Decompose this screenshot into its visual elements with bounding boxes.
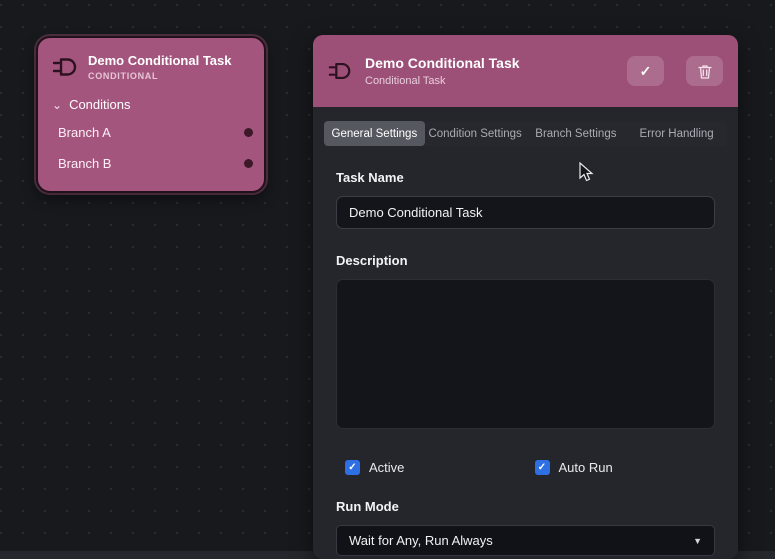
node-title: Demo Conditional Task — [88, 53, 232, 68]
branch-a-label: Branch A — [58, 125, 111, 140]
task-name-input[interactable] — [336, 196, 715, 229]
delete-button[interactable] — [686, 56, 723, 86]
settings-tabbar: General Settings Condition Settings Bran… — [324, 121, 727, 146]
branch-b-label: Branch B — [58, 156, 111, 171]
description-textarea[interactable] — [336, 279, 715, 429]
auto-run-checkbox-item[interactable]: ✓ Auto Run — [526, 460, 716, 475]
branch-a-port[interactable] — [244, 128, 253, 137]
tab-general-settings[interactable]: General Settings — [324, 121, 425, 146]
run-mode-select[interactable]: Wait for Any, Run Always ▼ — [336, 525, 715, 556]
panel-titles: Demo Conditional Task Conditional Task — [365, 55, 605, 87]
checkbox-row: ✓ Active ✓ Auto Run — [336, 460, 715, 475]
conditional-task-node[interactable]: Demo Conditional Task CONDITIONAL ⌄ Cond… — [36, 36, 266, 193]
checkbox-check-icon: ✓ — [538, 462, 546, 473]
active-checkbox[interactable]: ✓ — [345, 460, 360, 475]
conditional-icon — [52, 54, 78, 80]
task-settings-panel: Demo Conditional Task Conditional Task ✓… — [313, 35, 738, 559]
tab-branch-settings[interactable]: Branch Settings — [526, 121, 627, 146]
conditions-section-toggle[interactable]: ⌄ Conditions — [38, 91, 264, 117]
panel-header: Demo Conditional Task Conditional Task ✓ — [313, 35, 738, 107]
node-titles: Demo Conditional Task CONDITIONAL — [88, 53, 232, 81]
panel-title: Demo Conditional Task — [365, 55, 605, 71]
node-header: Demo Conditional Task CONDITIONAL — [38, 38, 264, 91]
active-checkbox-item[interactable]: ✓ Active — [336, 460, 526, 475]
run-mode-label: Run Mode — [336, 499, 715, 514]
active-label: Active — [369, 460, 404, 475]
auto-run-label: Auto Run — [559, 460, 613, 475]
chevron-down-icon: ⌄ — [52, 100, 62, 110]
check-icon: ✓ — [640, 63, 652, 80]
panel-subtitle: Conditional Task — [365, 75, 605, 87]
branch-b-port[interactable] — [244, 159, 253, 168]
conditional-icon — [328, 59, 352, 83]
trash-icon — [698, 64, 712, 79]
run-mode-value: Wait for Any, Run Always — [349, 533, 493, 548]
checkbox-check-icon: ✓ — [348, 462, 356, 473]
node-subtitle: CONDITIONAL — [88, 71, 232, 81]
auto-run-checkbox[interactable]: ✓ — [535, 460, 550, 475]
panel-body: Task Name Description ✓ Active ✓ Auto Ru… — [313, 170, 738, 556]
task-name-label: Task Name — [336, 170, 715, 185]
branch-row-a[interactable]: Branch A — [38, 117, 264, 148]
tab-error-handling[interactable]: Error Handling — [626, 121, 727, 146]
tab-condition-settings[interactable]: Condition Settings — [425, 121, 526, 146]
conditions-label: Conditions — [69, 97, 130, 112]
branch-row-b[interactable]: Branch B — [38, 148, 264, 179]
confirm-button[interactable]: ✓ — [627, 56, 664, 86]
dropdown-caret-icon: ▼ — [693, 536, 702, 546]
description-label: Description — [336, 253, 715, 268]
